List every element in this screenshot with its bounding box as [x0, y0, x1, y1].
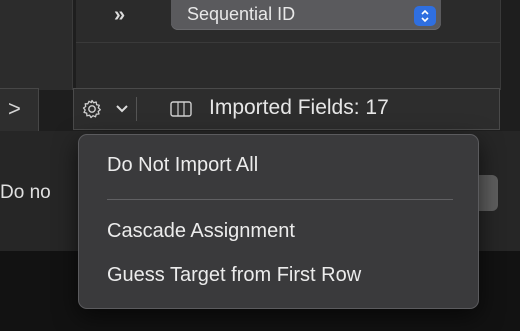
- imported-fields-count: Imported Fields: 17: [209, 96, 389, 119]
- chevron-down-icon[interactable]: [115, 99, 129, 119]
- row-divider: [76, 42, 500, 43]
- up-down-chevron-icon: [414, 6, 436, 26]
- truncated-label: Do no: [0, 182, 51, 203]
- select-value: Sequential ID: [187, 4, 296, 24]
- columns-icon: [170, 101, 192, 117]
- menu-item-do-not-import-all[interactable]: Do Not Import All: [107, 154, 258, 177]
- menu-separator: [107, 199, 453, 200]
- menu-item-cascade-assignment[interactable]: Cascade Assignment: [107, 220, 295, 243]
- import-toolbar: Imported Fields: 17: [73, 88, 500, 130]
- toolbar-divider: [136, 97, 137, 121]
- expand-chevron-icon[interactable]: >: [8, 96, 21, 122]
- column-divider: [500, 0, 501, 90]
- menu-item-guess-target-from-first-row[interactable]: Guess Target from First Row: [107, 264, 361, 287]
- pane-divider: [72, 0, 73, 90]
- overflow-chevrons-icon[interactable]: »: [114, 4, 125, 27]
- gear-icon[interactable]: [81, 98, 103, 120]
- left-pane-top: [0, 0, 72, 90]
- sequential-id-select[interactable]: Sequential ID: [171, 0, 441, 30]
- actions-menu: Do Not Import All Cascade Assignment Gue…: [78, 134, 479, 309]
